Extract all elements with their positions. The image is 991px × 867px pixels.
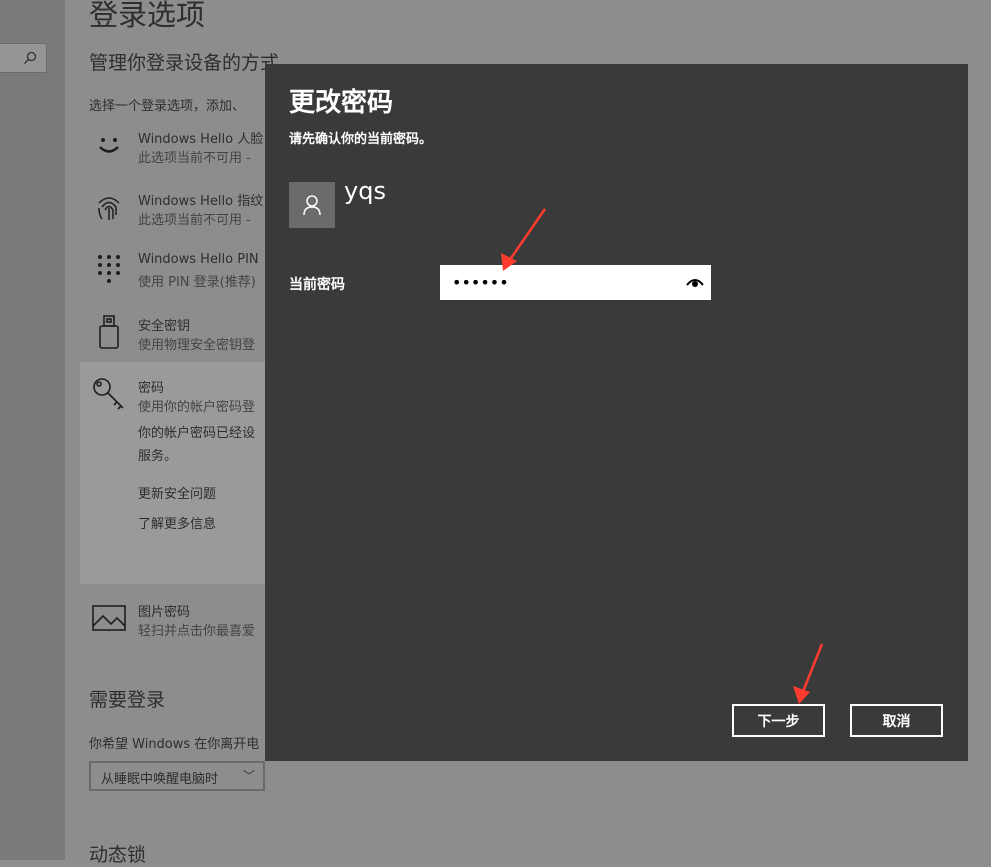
cancel-button[interactable]: 取消 <box>850 704 943 737</box>
learn-more-link[interactable]: 了解更多信息 <box>138 513 216 532</box>
option-face[interactable]: Windows Hello 人脸 此选项当前不可用 - <box>89 125 269 175</box>
user-icon <box>303 195 321 216</box>
avatar <box>289 182 335 228</box>
pin-keypad-icon <box>89 249 129 289</box>
option-name: Windows Hello 指纹 <box>138 194 264 209</box>
dropdown-value: 从睡眠中唤醒电脑时 <box>101 772 219 787</box>
option-name: 图片密码 <box>138 605 191 620</box>
password-info-line1: 你的帐户密码已经设 <box>138 426 256 441</box>
password-info-line2: 服务。 <box>138 449 178 464</box>
option-password[interactable]: 密码 使用你的帐户密码登 <box>89 374 269 424</box>
require-signin-title: 需要登录 <box>89 689 166 711</box>
option-sub: 此选项当前不可用 - <box>138 213 251 228</box>
search-box[interactable] <box>0 43 47 73</box>
chevron-down-icon: ﹀ <box>242 769 255 783</box>
option-picture-password[interactable]: 图片密码 轻扫并点击你最喜爱 <box>89 598 269 648</box>
option-sub: 此选项当前不可用 - <box>138 151 251 166</box>
username: yqs <box>344 177 386 205</box>
reveal-password-eye-icon[interactable] <box>683 275 707 291</box>
change-password-dialog: 更改密码 请先确认你的当前密码。 yqs 当前密码 下一步 取消 <box>265 64 968 761</box>
option-name: 密码 <box>138 381 165 396</box>
option-name: 安全密钥 <box>138 319 191 334</box>
option-sub: 轻扫并点击你最喜爱 <box>138 624 256 639</box>
current-password-input[interactable] <box>440 265 711 300</box>
option-name: Windows Hello 人脸 <box>138 132 264 147</box>
option-sub: 使用物理安全密钥登 <box>138 338 256 353</box>
option-security-key[interactable]: 安全密钥 使用物理安全密钥登 <box>89 312 269 362</box>
option-name: Windows Hello PIN <box>138 252 259 267</box>
security-key-icon <box>89 312 129 352</box>
dialog-title: 更改密码 <box>289 88 394 118</box>
section-subtitle: 管理你登录设备的方式 <box>89 52 280 74</box>
require-signin-desc: 你希望 Windows 在你离开电 <box>89 737 260 752</box>
dynamic-lock-title: 动态锁 <box>89 844 147 866</box>
annotation-arrow-next <box>793 643 824 704</box>
left-nav-strip <box>0 0 65 860</box>
next-button[interactable]: 下一步 <box>732 704 825 737</box>
option-sub: 使用 PIN 登录(推荐) <box>138 275 256 290</box>
face-icon <box>89 125 129 165</box>
picture-icon <box>89 598 129 638</box>
search-icon <box>24 51 37 64</box>
section-description: 选择一个登录选项，添加、 <box>89 99 246 114</box>
require-signin-dropdown[interactable]: 从睡眠中唤醒电脑时 ﹀ <box>89 761 265 791</box>
option-pin[interactable]: Windows Hello PIN 使用 PIN 登录(推荐) <box>89 249 269 299</box>
dialog-subtitle: 请先确认你的当前密码。 <box>289 132 433 147</box>
current-password-label: 当前密码 <box>289 277 345 293</box>
option-fingerprint[interactable]: Windows Hello 指纹 此选项当前不可用 - <box>89 187 269 237</box>
key-icon <box>89 374 129 414</box>
annotation-arrow-password <box>501 208 547 271</box>
update-security-questions-link[interactable]: 更新安全问题 <box>138 483 216 502</box>
fingerprint-icon <box>89 187 129 227</box>
page-title: 登录选项 <box>89 0 206 32</box>
option-sub: 使用你的帐户密码登 <box>138 400 256 415</box>
